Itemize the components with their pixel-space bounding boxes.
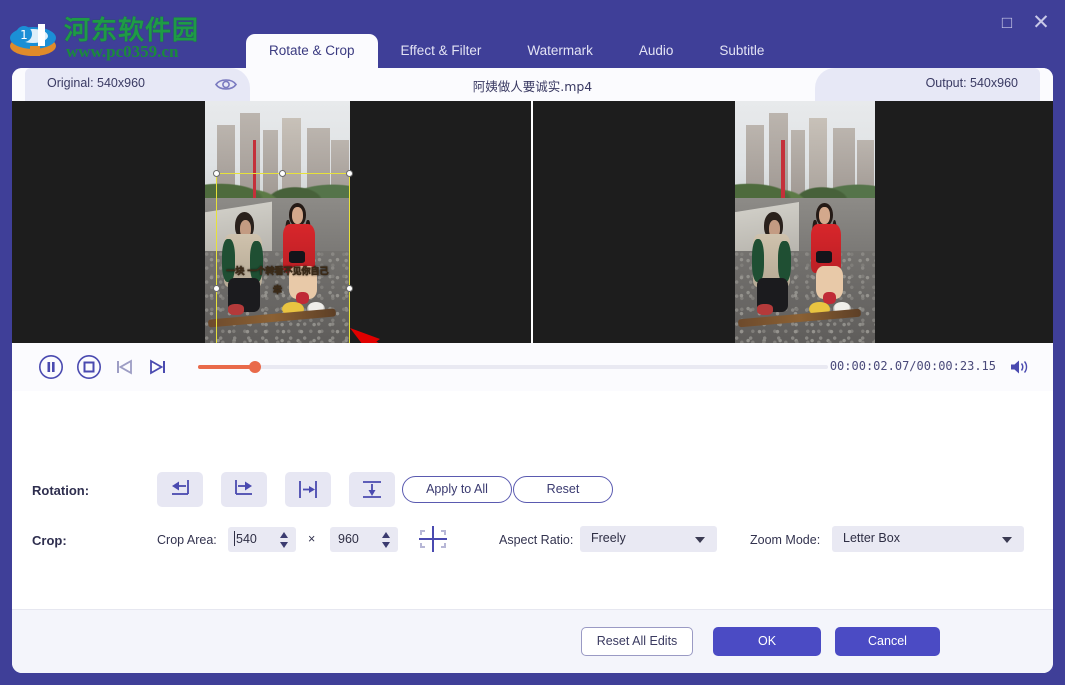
crop-width-stepper[interactable] bbox=[279, 531, 289, 549]
tab-audio[interactable]: Audio bbox=[616, 34, 697, 68]
volume-icon[interactable] bbox=[1009, 358, 1031, 376]
seek-bar[interactable] bbox=[198, 365, 828, 369]
zoom-mode-label: Zoom Mode: bbox=[750, 533, 820, 547]
crop-area-label: Crop Area: bbox=[157, 533, 217, 547]
source-frame-image bbox=[205, 101, 350, 343]
crop-width-input[interactable]: 540 bbox=[228, 527, 296, 552]
tab-subtitle[interactable]: Subtitle bbox=[696, 34, 787, 68]
crop-height-value: 960 bbox=[338, 532, 359, 546]
flip-horizontal-icon bbox=[285, 472, 331, 507]
playback-controls: 00:00:02.07/00:00:23.15 bbox=[12, 343, 1053, 391]
aspect-ratio-select[interactable]: Freely bbox=[580, 526, 717, 552]
crop-width-value: 540 bbox=[236, 532, 257, 546]
next-frame-button[interactable] bbox=[144, 354, 170, 380]
cancel-button[interactable]: Cancel bbox=[835, 627, 940, 656]
apply-to-all-button[interactable]: Apply to All bbox=[402, 476, 512, 503]
rotate-clockwise-icon bbox=[221, 472, 267, 507]
tab-effect-filter[interactable]: Effect & Filter bbox=[378, 34, 505, 68]
crop-height-stepper[interactable] bbox=[381, 531, 391, 549]
reset-all-edits-button[interactable]: Reset All Edits bbox=[581, 627, 693, 656]
crop-target-icon[interactable] bbox=[416, 524, 450, 554]
aspect-ratio-value: Freely bbox=[591, 531, 626, 545]
output-frame-image bbox=[735, 101, 875, 343]
flip-vertical-button[interactable] bbox=[349, 472, 395, 507]
aspect-ratio-label: Aspect Ratio: bbox=[499, 533, 573, 547]
output-tag: Output: 540x960 bbox=[815, 68, 1040, 101]
rotation-section-label: Rotation: bbox=[32, 483, 89, 498]
svg-text:1: 1 bbox=[20, 28, 28, 42]
flip-vertical-icon bbox=[349, 472, 395, 507]
logo-icon: 1 bbox=[8, 12, 58, 60]
output-resolution-label: Output: 540x960 bbox=[926, 76, 1018, 90]
chevron-down-icon bbox=[695, 537, 705, 543]
rotate-right-button[interactable] bbox=[221, 472, 267, 507]
previous-frame-button[interactable] bbox=[112, 354, 138, 380]
flip-horizontal-button[interactable] bbox=[285, 472, 331, 507]
crop-section-label: Crop: bbox=[32, 533, 67, 548]
chevron-down-icon bbox=[1002, 537, 1012, 543]
edit-controls: Rotation: bbox=[12, 391, 1053, 609]
rotate-counterclockwise-icon bbox=[157, 472, 203, 507]
title-bar: 1 河东软件园 www.pc0359.cn □ ✕ Rotate & Crop … bbox=[0, 0, 1065, 68]
source-video-preview[interactable]: 一块 一个转看不见你自己 幸 bbox=[205, 101, 350, 343]
zoom-mode-select[interactable]: Letter Box bbox=[832, 526, 1024, 552]
ok-button[interactable]: OK bbox=[713, 627, 821, 656]
main-panel: Original: 540x960 阿姨做人要诚实.mp4 Output: 54… bbox=[12, 68, 1053, 673]
output-video-preview[interactable] bbox=[735, 101, 875, 343]
close-button[interactable]: ✕ bbox=[1027, 10, 1055, 36]
burned-subtitle-line-2: 幸 bbox=[205, 283, 350, 296]
site-watermark-logo: 1 河东软件园 www.pc0359.cn bbox=[4, 6, 204, 64]
video-editor-window: 1 河东软件园 www.pc0359.cn □ ✕ Rotate & Crop … bbox=[0, 0, 1065, 685]
zoom-mode-value: Letter Box bbox=[843, 531, 900, 545]
crop-dimension-separator: × bbox=[308, 532, 315, 546]
seek-progress-fill bbox=[198, 365, 255, 369]
reset-rotation-button[interactable]: Reset bbox=[513, 476, 613, 503]
preview-header: Original: 540x960 阿姨做人要诚实.mp4 Output: 54… bbox=[12, 68, 1053, 101]
preview-stage: 一块 一个转看不见你自己 幸 bbox=[12, 101, 1053, 343]
pause-button[interactable] bbox=[38, 354, 64, 380]
seek-handle[interactable] bbox=[249, 361, 261, 373]
brand-url: www.pc0359.cn bbox=[66, 42, 178, 62]
time-display: 00:00:02.07/00:00:23.15 bbox=[830, 359, 996, 373]
tab-watermark[interactable]: Watermark bbox=[504, 34, 616, 68]
rotate-left-button[interactable] bbox=[157, 472, 203, 507]
maximize-button[interactable]: □ bbox=[993, 10, 1021, 36]
stop-button[interactable] bbox=[76, 354, 102, 380]
dialog-footer: Reset All Edits OK Cancel bbox=[12, 609, 1053, 673]
tab-rotate-crop[interactable]: Rotate & Crop bbox=[246, 34, 378, 68]
preview-divider bbox=[531, 101, 533, 343]
tab-bar: Rotate & Crop Effect & Filter Watermark … bbox=[246, 34, 787, 68]
burned-subtitle-line-1: 一块 一个转看不见你自己 bbox=[205, 264, 350, 277]
crop-height-input[interactable]: 960 bbox=[330, 527, 398, 552]
